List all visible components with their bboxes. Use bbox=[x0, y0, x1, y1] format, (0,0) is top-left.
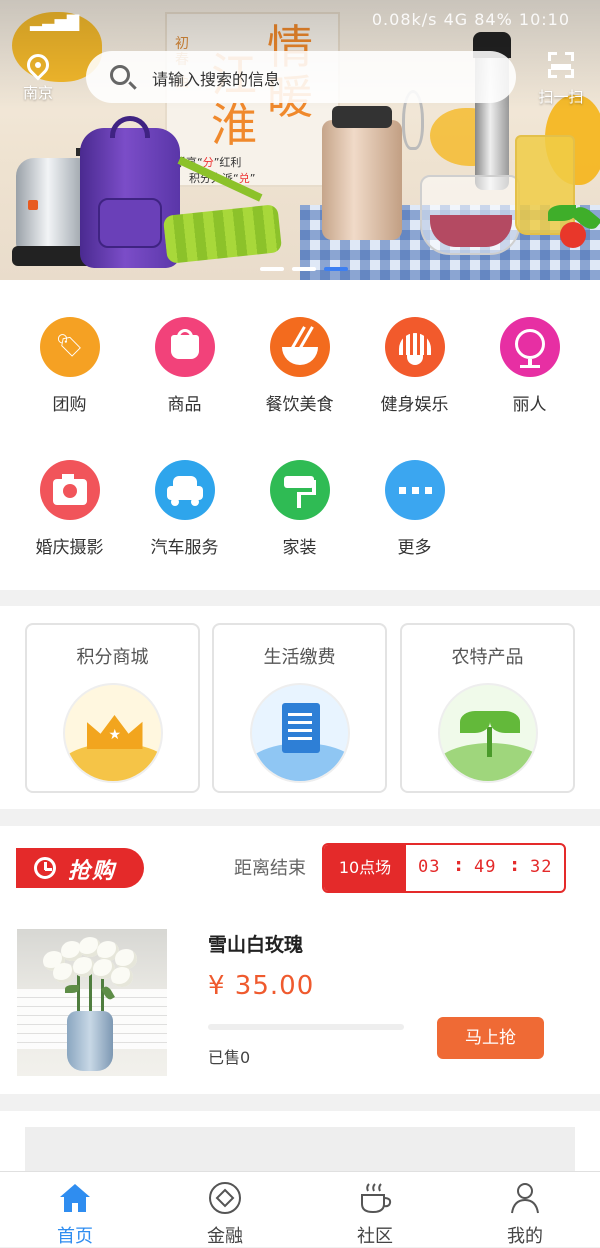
scan-icon bbox=[548, 52, 574, 78]
mixer-product-image bbox=[322, 106, 402, 240]
tab-finance[interactable]: 金融 bbox=[150, 1172, 300, 1248]
promo-banner[interactable]: 情 暖 江 淮 初春 曲 乐享“分”红利 积分大派“兑” ▂▃▅▇ 0.08k/… bbox=[0, 0, 600, 280]
product-name[interactable]: 雪山白玫瑰 bbox=[208, 930, 303, 957]
location-pin-icon bbox=[22, 49, 54, 81]
category-more[interactable]: 更多 bbox=[357, 460, 472, 570]
category-label: 家装 bbox=[282, 538, 317, 558]
status-bar: ▂▃▅▇ 0.08k/s 4G 84% 10:10 bbox=[0, 8, 600, 34]
feature-title: 农特产品 bbox=[451, 647, 524, 668]
feature-title: 生活缴费 bbox=[263, 647, 336, 668]
search-icon bbox=[110, 65, 130, 85]
category-group-buy[interactable]: 🏷 团购 bbox=[12, 317, 127, 427]
content-placeholder bbox=[25, 1127, 575, 1171]
product-image[interactable] bbox=[17, 929, 167, 1076]
sold-progress-bar bbox=[208, 1024, 404, 1030]
category-label: 团购 bbox=[52, 395, 87, 415]
camera-heart-icon bbox=[39, 460, 100, 520]
finance-diamond-icon bbox=[209, 1182, 241, 1214]
banner-pagination bbox=[260, 256, 356, 271]
countdown-seconds: 32 bbox=[530, 857, 553, 877]
category-label: 汽车服务 bbox=[150, 538, 219, 558]
countdown-label: 距离结束 bbox=[234, 858, 306, 879]
tab-label: 我的 bbox=[507, 1226, 543, 1247]
tag-icon: 🏷 bbox=[39, 317, 100, 377]
alarm-clock-icon bbox=[34, 857, 56, 879]
countdown-timer: 10点场 03 : 49 : 32 bbox=[322, 843, 566, 893]
tab-label: 首页 bbox=[57, 1226, 93, 1247]
category-grid: 🏷 团购 商品 餐饮美食 健身娱乐 丽人 婚庆摄影 汽车服务 家装 更多 bbox=[0, 280, 600, 590]
location-selector[interactable]: 南京 bbox=[18, 49, 58, 110]
feature-farm-products[interactable]: 农特产品 bbox=[400, 623, 575, 793]
plant-icon bbox=[437, 683, 538, 783]
feature-cards: 积分商城 ★ 生活缴费 农特产品 bbox=[0, 606, 600, 809]
tab-label: 社区 bbox=[357, 1226, 393, 1247]
search-placeholder: 请输入搜索的信息 bbox=[152, 70, 281, 89]
bottom-tab-bar: 首页 金融 社区 我的 bbox=[0, 1171, 600, 1247]
shopping-bag-icon bbox=[154, 317, 215, 377]
category-beauty[interactable]: 丽人 bbox=[472, 317, 587, 427]
category-goods[interactable]: 商品 bbox=[127, 317, 242, 427]
banner-dot[interactable] bbox=[292, 267, 316, 271]
content-section bbox=[0, 1111, 600, 1171]
search-bar[interactable]: 请输入搜索的信息 bbox=[86, 51, 516, 103]
signal-icon: ▂▃▅▇ bbox=[30, 12, 80, 31]
scan-label: 扫一扫 bbox=[538, 88, 584, 106]
feature-title: 积分商城 bbox=[76, 647, 149, 668]
scan-button[interactable]: 扫一扫 bbox=[536, 52, 586, 108]
backpack-product-image bbox=[80, 116, 180, 268]
sale-session: 10点场 bbox=[324, 845, 406, 891]
flash-sale-section: 抢购 距离结束 10点场 03 : 49 : 32 雪山白玫瑰 ¥ 35.00 … bbox=[0, 826, 600, 1094]
buy-now-button[interactable]: 马上抢 bbox=[437, 1017, 544, 1059]
product-price: ¥ 35.00 bbox=[208, 971, 315, 1001]
category-label: 餐饮美食 bbox=[265, 395, 334, 415]
feature-life-payment[interactable]: 生活缴费 bbox=[212, 623, 387, 793]
user-icon bbox=[511, 1183, 539, 1214]
car-icon bbox=[154, 460, 215, 520]
home-icon bbox=[60, 1184, 90, 1212]
tab-mine[interactable]: 我的 bbox=[450, 1172, 600, 1248]
crown-icon: ★ bbox=[62, 683, 163, 783]
category-label: 更多 bbox=[397, 538, 432, 558]
countdown-separator: : bbox=[455, 855, 463, 876]
flash-sale-tag: 抢购 bbox=[16, 848, 144, 888]
category-car-service[interactable]: 汽车服务 bbox=[127, 460, 242, 570]
banner-dot-active[interactable] bbox=[324, 267, 348, 271]
location-city: 南京 bbox=[22, 84, 53, 102]
status-bar-info: 0.08k/s 4G 84% 10:10 bbox=[371, 10, 570, 29]
countdown-minutes: 49 bbox=[474, 857, 497, 877]
mop-product-image bbox=[162, 204, 283, 264]
category-fitness[interactable]: 健身娱乐 bbox=[357, 317, 472, 427]
countdown-separator: : bbox=[511, 855, 519, 876]
category-label: 商品 bbox=[167, 395, 202, 415]
bill-document-icon bbox=[249, 683, 350, 783]
shuttlecock-icon bbox=[384, 317, 445, 377]
category-label: 丽人 bbox=[512, 395, 547, 415]
more-dots-icon bbox=[384, 460, 445, 520]
feature-points-mall[interactable]: 积分商城 ★ bbox=[25, 623, 200, 793]
banner-dot[interactable] bbox=[260, 267, 284, 271]
category-food[interactable]: 餐饮美食 bbox=[242, 317, 357, 427]
category-label: 健身娱乐 bbox=[380, 395, 449, 415]
mirror-icon bbox=[499, 317, 560, 377]
category-label: 婚庆摄影 bbox=[35, 538, 104, 558]
tab-home[interactable]: 首页 bbox=[0, 1172, 150, 1248]
category-wedding-photo[interactable]: 婚庆摄影 bbox=[12, 460, 127, 570]
coffee-cup-icon bbox=[361, 1183, 392, 1214]
flash-sale-title: 抢购 bbox=[68, 859, 117, 884]
noodle-bowl-icon bbox=[269, 317, 330, 377]
paint-roller-icon bbox=[269, 460, 330, 520]
tab-label: 金融 bbox=[207, 1226, 243, 1247]
category-home-decor[interactable]: 家装 bbox=[242, 460, 357, 570]
chopper-bowl-product-image bbox=[420, 175, 520, 255]
countdown-hours: 03 bbox=[418, 857, 441, 877]
tab-community[interactable]: 社区 bbox=[300, 1172, 450, 1248]
sold-count: 已售0 bbox=[208, 1048, 251, 1067]
